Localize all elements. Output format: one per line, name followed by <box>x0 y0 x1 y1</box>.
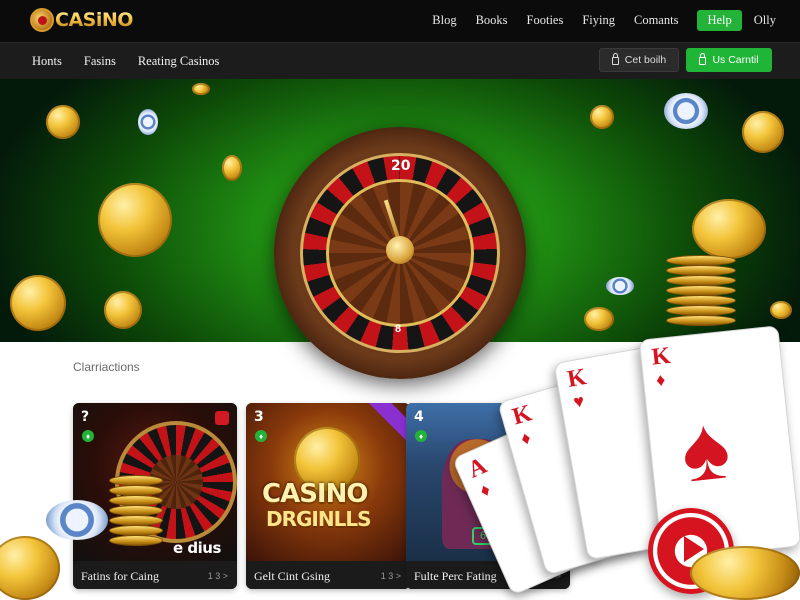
gold-coin-icon <box>690 546 800 600</box>
coin-stack-icon <box>109 475 163 546</box>
nav-link-comants[interactable]: Comants <box>634 13 678 28</box>
diamond-icon: ♦ <box>255 430 267 442</box>
game-card[interactable]: e dius ? ♦ Fatins for Caing 1 3 > <box>73 403 237 589</box>
nav-link-books[interactable]: Books <box>476 13 508 28</box>
game-card-art: e dius <box>73 403 237 561</box>
roulette-top-number: 20 <box>391 158 411 174</box>
spade-icon: ♠ <box>676 397 735 502</box>
gold-coin-icon <box>104 291 142 329</box>
gold-coin-icon <box>98 183 172 257</box>
sub-nav: Honts Fasins Reating Casinos <box>32 54 219 69</box>
nav-link-olly[interactable]: Olly <box>754 13 776 28</box>
card-rank: K <box>650 342 672 371</box>
gold-coin-icon <box>10 275 66 331</box>
roulette-logo-icon <box>30 8 54 32</box>
game-card-footer: Fatins for Caing 1 3 > <box>73 561 237 589</box>
new-ribbon-badge <box>367 403 410 444</box>
nav-link-footies[interactable]: Footies <box>527 13 564 28</box>
card-suit-icon: ♦ <box>476 479 494 502</box>
poker-chip-icon <box>46 500 108 540</box>
game-card-art-text: CASINO <box>262 479 368 509</box>
top-nav: Blog Books Footies Fiying Comants Help O… <box>413 9 776 31</box>
sub-nav-link-reating-casinos[interactable]: Reating Casinos <box>138 54 220 69</box>
game-card-art-subtext: DRGINLLS <box>266 507 371 531</box>
game-card-number: 3 <box>254 409 264 425</box>
game-card[interactable]: CASINO DRGINLLS 3 ♦ Gelt Cint Gsing 1 3 … <box>246 403 410 589</box>
roulette-bottom-number: 8 <box>395 323 402 335</box>
gold-coin-icon <box>590 105 614 129</box>
card-rank: A <box>464 452 491 484</box>
diamond-icon: ♦ <box>415 430 427 442</box>
game-card-art: CASINO DRGINLLS <box>246 403 410 561</box>
game-card-title: Gelt Cint Gsing <box>254 569 331 583</box>
card-rank: K <box>565 363 589 393</box>
sub-nav-link-honts[interactable]: Honts <box>32 54 62 69</box>
nav-link-fiying[interactable]: Fiying <box>582 13 615 28</box>
poker-chip-icon <box>138 109 158 135</box>
card-suit-icon: ♥ <box>571 390 586 413</box>
lock-icon <box>699 53 707 65</box>
gold-coin-icon <box>222 155 242 181</box>
gold-coin-icon <box>742 111 784 153</box>
game-card-meta: 1 3 > <box>207 571 228 581</box>
hot-badge-icon <box>215 411 229 425</box>
gold-coin-icon <box>692 199 766 259</box>
sub-nav-bar: Honts Fasins Reating Casinos <box>0 42 800 79</box>
card-suit-icon: ♦ <box>518 427 533 450</box>
gold-coin-icon <box>770 301 792 319</box>
gold-coin-icon <box>192 83 210 95</box>
section-title: Clarriactions <box>73 360 140 374</box>
login-button-label: Cet boilh <box>624 54 667 66</box>
gold-coin-icon <box>0 536 60 600</box>
lock-icon <box>611 53 619 65</box>
gold-coin-icon <box>584 307 614 331</box>
coin-stack-icon <box>666 255 736 326</box>
logo-text: CASiNO <box>55 9 133 31</box>
poker-chip-icon <box>606 277 634 295</box>
game-card-footer: Gelt Cint Gsing 1 3 > <box>246 561 410 589</box>
card-suit-icon: ♦ <box>655 369 667 391</box>
nav-link-blog[interactable]: Blog <box>432 13 456 28</box>
game-card-number: ? <box>81 409 90 425</box>
gold-coin-icon <box>46 105 80 139</box>
game-card-number: 4 <box>414 409 424 425</box>
login-button[interactable]: Cet boilh <box>599 48 679 72</box>
poker-chip-icon <box>664 93 708 129</box>
diamond-icon: ♦ <box>82 430 94 442</box>
game-card-title: Fulte Perc Fating <box>414 569 497 583</box>
help-button[interactable]: Help <box>697 9 742 31</box>
game-card-title: Fatins for Caing <box>81 569 159 583</box>
sub-nav-link-fasins[interactable]: Fasins <box>84 54 116 69</box>
signup-button-label: Us Carntil <box>712 54 759 66</box>
top-bar: CASiNO Blog Books Footies Fiying Comants… <box>0 0 800 42</box>
roulette-hub <box>386 236 414 264</box>
card-rank: K <box>509 400 535 431</box>
game-card-meta: 1 3 > <box>380 571 401 581</box>
casino-logo[interactable]: CASiNO <box>30 6 140 34</box>
game-card-art-text: e dius <box>173 539 221 557</box>
signup-button[interactable]: Us Carntil <box>686 48 772 72</box>
